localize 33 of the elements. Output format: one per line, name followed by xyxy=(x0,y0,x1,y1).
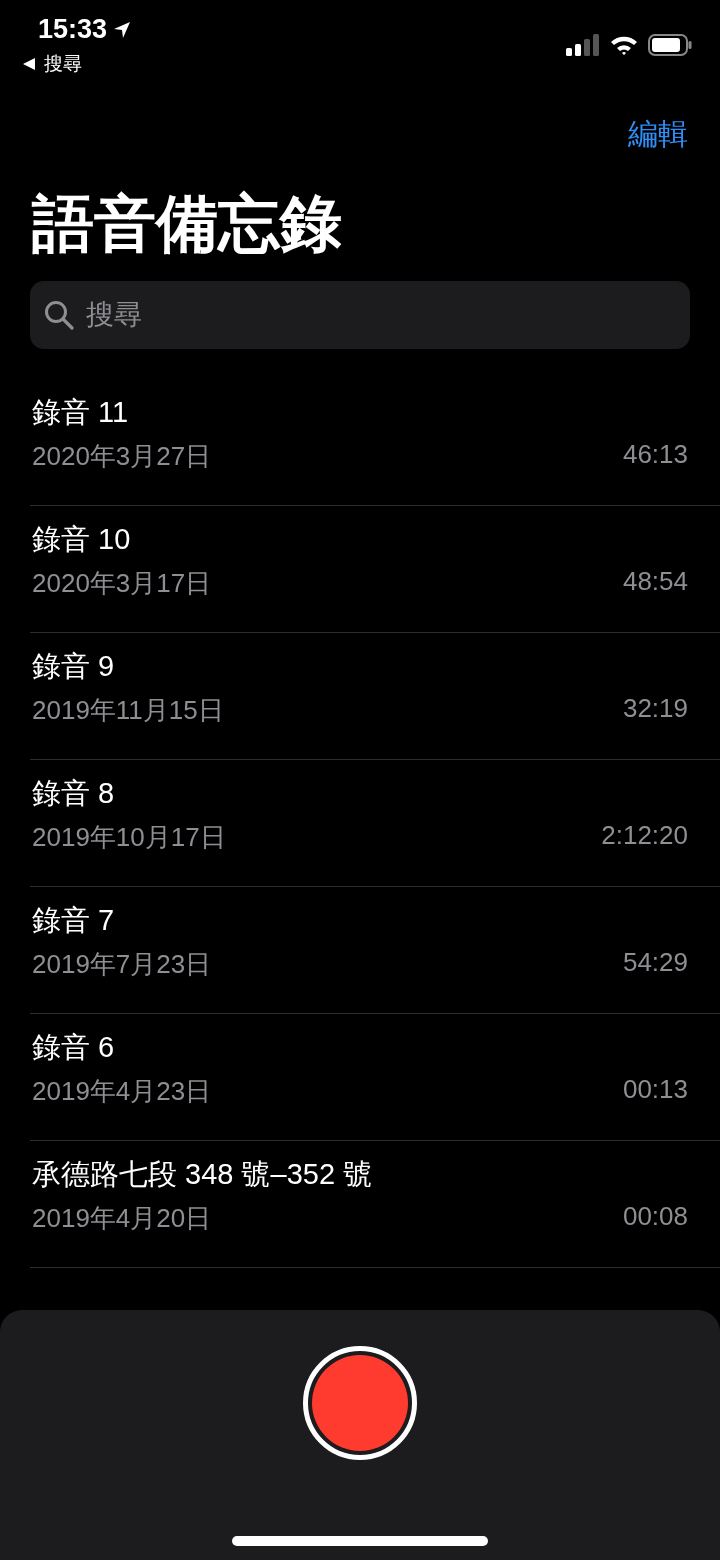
recording-date: 2020年3月27日 xyxy=(32,439,212,473)
recording-duration: 00:13 xyxy=(622,1073,688,1106)
recording-duration: 32:19 xyxy=(622,692,688,725)
signal-icon xyxy=(566,34,600,56)
wifi-icon xyxy=(610,34,638,56)
recording-name[interactable]: 錄音 8 xyxy=(32,773,688,814)
recording-name[interactable]: 錄音 10 xyxy=(32,519,688,560)
recording-date: 2020年3月17日 xyxy=(32,566,212,600)
edit-button[interactable]: 編輯 xyxy=(628,113,688,155)
back-triangle-icon[interactable] xyxy=(22,57,36,71)
search-field[interactable]: 搜尋 xyxy=(30,280,690,349)
recording-name[interactable]: 錄音 9 xyxy=(32,646,688,687)
page-title: 語音備忘錄 xyxy=(32,188,343,260)
recording-duration: 00:08 xyxy=(622,1200,688,1233)
recording-date: 2019年4月20日 xyxy=(32,1201,212,1235)
recording-date: 2019年11月15日 xyxy=(32,693,224,727)
location-arrow-icon xyxy=(113,20,132,39)
status-time: 15:33 xyxy=(38,14,108,45)
recording-name[interactable]: 錄音 11 xyxy=(32,392,688,433)
recording-duration: 48:54 xyxy=(622,565,688,598)
search-input[interactable]: 搜尋 xyxy=(84,297,676,332)
recording-date: 2019年10月17日 xyxy=(32,820,226,854)
recording-duration: 54:29 xyxy=(622,946,688,979)
recording-name[interactable]: 承德路七段 348 號–352 號 xyxy=(32,1154,688,1195)
battery-icon xyxy=(648,34,692,56)
search-icon xyxy=(44,299,74,330)
recording-duration: 2:12:20 xyxy=(601,819,688,852)
recording-date: 2019年4月23日 xyxy=(32,1074,212,1108)
recording-name[interactable]: 錄音 7 xyxy=(32,900,688,941)
recording-date: 2019年7月23日 xyxy=(32,947,212,981)
recording-name[interactable]: 錄音 6 xyxy=(32,1027,688,1068)
back-link[interactable]: 搜尋 xyxy=(44,51,82,77)
recording-duration: 46:13 xyxy=(622,438,688,471)
